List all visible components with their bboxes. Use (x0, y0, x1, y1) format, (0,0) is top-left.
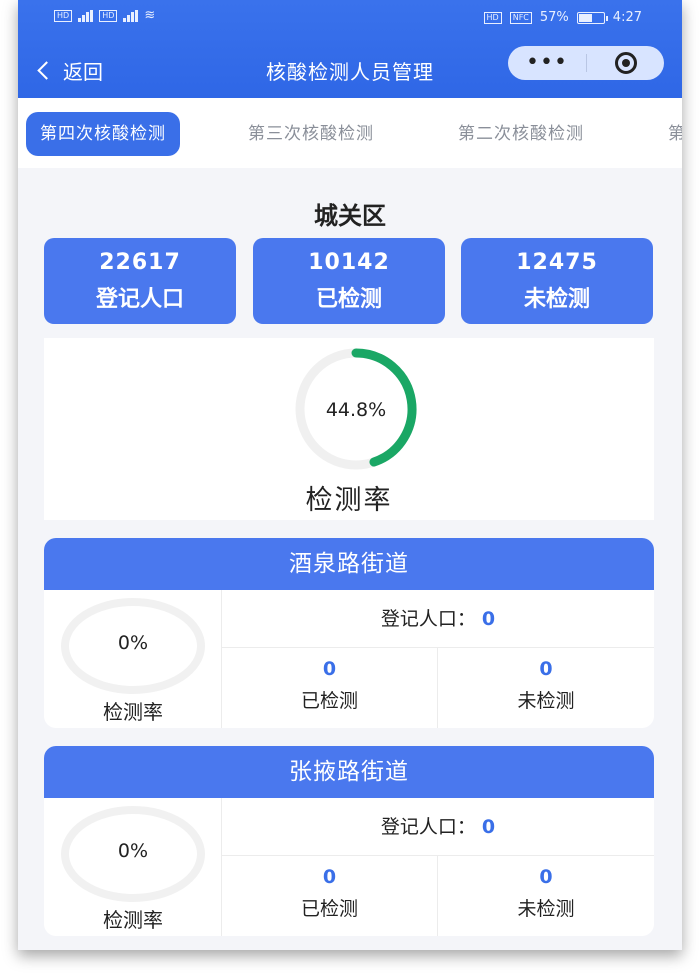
street-untested-value: 0 (539, 658, 553, 680)
registered-card: 22617 登记人口 (44, 238, 236, 324)
signal-icon (78, 9, 94, 22)
signal-icon (123, 9, 139, 22)
street-registered: 登记人口： 0 (222, 590, 654, 648)
street-registered-label: 登记人口： (380, 608, 476, 630)
street-tested-label: 已检测 (300, 690, 358, 712)
battery-percent: 57% (539, 10, 569, 25)
tab-round-2[interactable]: 第二次核酸检测 (458, 112, 584, 156)
status-left: HD HD ≋ (54, 8, 155, 23)
untested-value: 12475 (516, 250, 598, 275)
wifi-icon: ≋ (144, 8, 156, 23)
street-registered: 登记人口： 0 (222, 798, 654, 856)
hd-tag: HD (54, 9, 73, 22)
street-untested-label: 未检测 (517, 898, 575, 920)
street-tested: 0 已检测 (222, 648, 438, 728)
street-untested-label: 未检测 (517, 690, 575, 712)
more-dots-icon: ••• (526, 50, 568, 75)
rate-percent: 44.8% (326, 399, 386, 421)
target-circle-icon (614, 52, 637, 74)
street-rate-percent: 0% (117, 840, 149, 862)
nfc-tag: NFC (509, 11, 532, 24)
phone-screen: HD HD ≋ HD NFC 57% 4:27 返回 核酸检测人员管理 ••• … (18, 0, 682, 950)
rate-label: 检测率 (305, 485, 393, 516)
street-registered-value: 0 (481, 608, 496, 630)
registered-label: 登记人口 (95, 287, 184, 312)
tested-label: 已检测 (315, 287, 382, 312)
street-tested-value: 0 (322, 866, 337, 888)
street-tested-label: 已检测 (300, 898, 358, 920)
close-miniprogram-button[interactable] (587, 52, 664, 74)
round-tabs: 第四次核酸检测 第三次核酸检测 第二次核酸检测 第 (18, 98, 682, 168)
tested-value: 10142 (308, 250, 390, 275)
street-untested: 0 未检测 (438, 648, 654, 728)
tab-round-1[interactable]: 第 (668, 112, 682, 156)
street-rate: 0% 检测率 (44, 590, 222, 728)
miniprogram-capsule: ••• (508, 46, 664, 80)
untested-label: 未检测 (523, 287, 590, 312)
street-rate: 0% 检测率 (44, 798, 222, 936)
tab-round-3[interactable]: 第三次核酸检测 (248, 112, 374, 156)
tested-card: 10142 已检测 (253, 238, 445, 324)
street-tested: 0 已检测 (222, 856, 438, 936)
status-right: HD NFC 57% 4:27 (483, 10, 642, 25)
battery-icon (576, 11, 608, 24)
tab-round-4[interactable]: 第四次核酸检测 (26, 112, 180, 156)
street-name: 张掖路街道 (44, 746, 654, 798)
street-untested-value: 0 (539, 866, 553, 888)
status-bar: HD HD ≋ HD NFC 57% 4:27 (18, 0, 682, 36)
street-card: 酒泉路街道 0% 检测率 登记人口： 0 0 已检测 0 未检测 (44, 538, 654, 728)
hd-tag: HD (483, 11, 502, 24)
street-untested: 0 未检测 (438, 856, 654, 936)
district-name: 城关区 (314, 202, 386, 230)
street-body: 0% 检测率 登记人口： 0 0 已检测 0 未检测 (44, 590, 654, 728)
rate-ring-chart: 44.8% (295, 348, 417, 470)
street-registered-label: 登记人口： (380, 816, 476, 838)
street-card: 张掖路街道 0% 检测率 登记人口： 0 0 已检测 0 未检测 (44, 746, 654, 936)
district-rate-panel: 44.8% 检测率 (44, 338, 654, 520)
more-button[interactable]: ••• (508, 50, 586, 75)
clock: 4:27 (612, 10, 642, 25)
street-body: 0% 检测率 登记人口： 0 0 已检测 0 未检测 (44, 798, 654, 936)
street-name: 酒泉路街道 (44, 538, 654, 590)
untested-card: 12475 未检测 (461, 238, 653, 324)
street-rate-label: 检测率 (103, 700, 163, 724)
street-registered-value: 0 (481, 816, 496, 838)
street-tested-value: 0 (322, 658, 337, 680)
header: HD HD ≋ HD NFC 57% 4:27 返回 核酸检测人员管理 ••• (18, 0, 682, 98)
hd-tag: HD (99, 9, 118, 22)
street-rate-percent: 0% (117, 632, 149, 654)
nav-bar: 返回 核酸检测人员管理 ••• (18, 44, 682, 94)
street-rate-label: 检测率 (103, 908, 163, 932)
registered-value: 22617 (99, 250, 181, 275)
